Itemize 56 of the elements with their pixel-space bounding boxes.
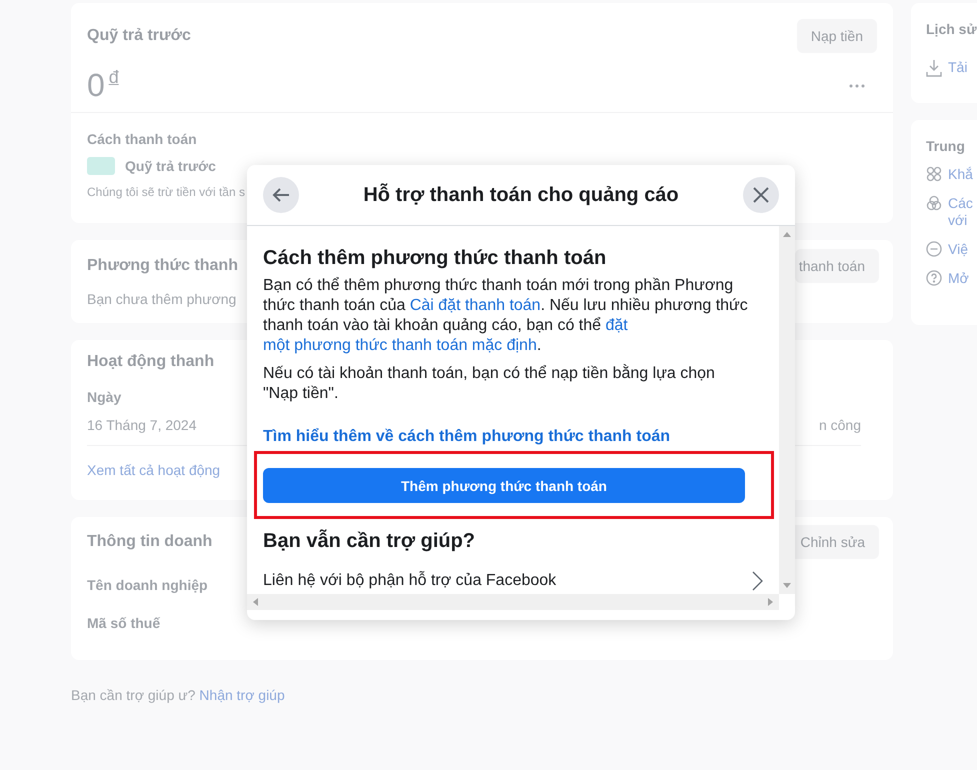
card-title: Quỹ trả trước: [87, 27, 191, 45]
minus-circle-icon: [926, 241, 942, 257]
circles-icon: [926, 195, 942, 211]
scroll-right-icon[interactable]: [768, 598, 773, 606]
top-up-button[interactable]: Nạp tiền: [796, 19, 877, 53]
add-payment-method-button[interactable]: Thêm phương thức thanh toán: [263, 468, 745, 503]
field-label: Tên doanh nghiệp: [87, 577, 208, 593]
field-label: Mã số thuế: [87, 615, 160, 631]
horizontal-scrollbar[interactable]: [247, 594, 779, 610]
table-cell: n công: [818, 417, 861, 433]
currency-symbol: đ: [108, 67, 119, 87]
vertical-scrollbar[interactable]: [779, 226, 795, 594]
body-text: Nếu có tài khoản thanh toán, bạn có thể nạp tiền bằng lựa chọn "Nạp tiền".: [263, 364, 716, 404]
section-heading: Bạn vẫn cần trợ giúp?: [263, 529, 476, 553]
link[interactable]: đặt: [606, 317, 628, 334]
learn-more-link[interactable]: Tìm hiểu thêm về cách thêm phương thức thanh toán: [263, 428, 670, 446]
help-link[interactable]: Việ: [948, 241, 968, 258]
body-text: Bạn có thể thêm phương thức thanh toán mới trong phần Phương thức thanh toán của Cài đặt thanh toán. Nếu lưu nhiều phương thức thanh toán vào tài khoản quảng cáo, bạn có thể đặt một phương thức thanh toán mặc định.: [263, 276, 749, 356]
card-title: Thông tin doanh: [87, 533, 212, 551]
section-heading: Cách thêm phương thức thanh toán: [263, 246, 606, 270]
help-link[interactable]: Các với: [948, 195, 973, 229]
more-icon[interactable]: [849, 84, 865, 88]
balance-amount: 0: [87, 67, 105, 103]
back-button[interactable]: [263, 177, 299, 213]
close-button[interactable]: [742, 177, 779, 213]
note-text: Chúng tôi sẽ trừ tiền với tần s: [87, 185, 245, 199]
table-cell: 16 Tháng 7, 2024: [87, 417, 197, 433]
card-title: Lịch sử: [926, 21, 977, 37]
flower-icon: [926, 166, 942, 182]
dialog-title: Hỗ trợ thanh toán cho quảng cáo: [363, 184, 679, 206]
get-help-link[interactable]: Nhận trợ giúp: [199, 687, 285, 703]
section-label: Cách thanh toán: [87, 131, 197, 147]
link[interactable]: Cài đặt thanh toán: [410, 297, 541, 314]
help-link[interactable]: Khắ: [948, 166, 973, 183]
payment-method: Quỹ trả trước: [125, 158, 216, 174]
contact-support-link[interactable]: Liên hệ với bộ phận hỗ trợ của Facebook: [263, 572, 556, 590]
card-title: Phương thức thanh: [87, 257, 238, 275]
payment-card-icon: [87, 157, 115, 175]
scroll-left-icon[interactable]: [253, 598, 258, 606]
help-icon: [926, 270, 942, 286]
help-link[interactable]: Tải: [948, 59, 968, 76]
help-link[interactable]: Mở: [948, 270, 969, 287]
add-payment-button[interactable]: thanh toán: [794, 249, 879, 283]
help-text: Bạn cần trợ giúp ư?: [71, 687, 196, 703]
arrow-left-icon: [272, 187, 290, 203]
chevron-right-icon: [751, 571, 763, 591]
download-icon: [926, 59, 942, 77]
card-title: Hoạt động thanh: [87, 353, 214, 371]
link[interactable]: một phương thức thanh toán mặc định: [263, 337, 537, 354]
scroll-down-icon[interactable]: [783, 583, 791, 588]
column-header: Ngày: [87, 389, 122, 405]
close-icon: [752, 186, 770, 204]
card-title: Trung: [926, 138, 966, 154]
view-all-link[interactable]: Xem tất cả hoạt động: [87, 462, 220, 478]
scroll-up-icon[interactable]: [783, 232, 791, 237]
empty-text: Bạn chưa thêm phương: [87, 291, 236, 307]
